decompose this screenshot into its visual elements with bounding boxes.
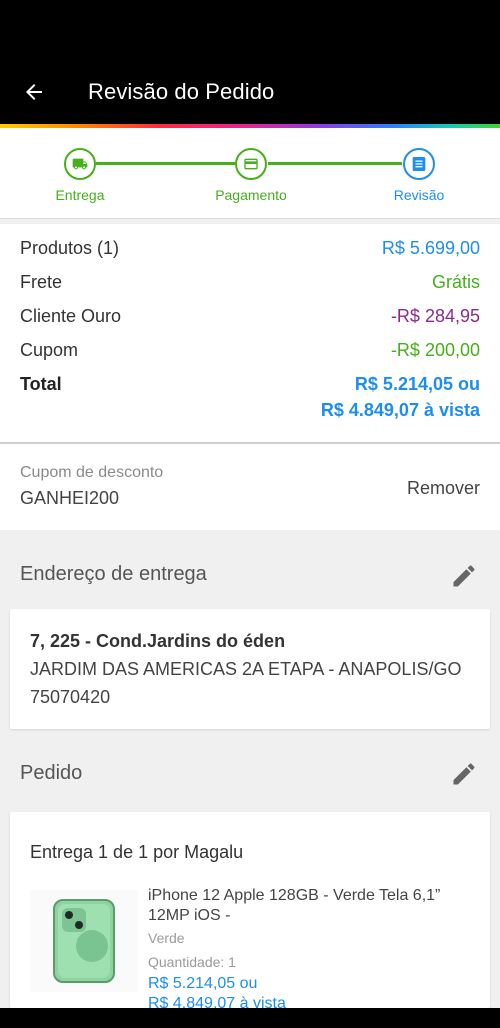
product-price: R$ 5.214,05 ou R$ 4.849,07 à vista bbox=[148, 974, 286, 1008]
address-line-2: JARDIM DAS AMERICAS 2A ETAPA - ANAPOLIS/… bbox=[30, 659, 462, 679]
product-color: Verde bbox=[148, 930, 185, 946]
total-value: R$ 5.214,05 ou bbox=[354, 374, 480, 394]
summary-label: Cupom bbox=[20, 340, 79, 360]
summary-value: -R$ 200,00 bbox=[390, 340, 480, 360]
card-icon bbox=[235, 148, 267, 180]
step-label: Pagamento bbox=[215, 187, 287, 203]
summary-row-cupom: Cupom -R$ 200,00 bbox=[20, 340, 480, 366]
product-quantity: Quantidade: 1 bbox=[148, 954, 236, 970]
product-price-vista: R$ 4.849,07 à vista bbox=[148, 995, 286, 1008]
summary-label: Cliente Ouro bbox=[20, 306, 122, 326]
total-label: Total bbox=[20, 374, 62, 394]
address-zip: 75070420 bbox=[30, 687, 111, 707]
coupon-code: GANHEI200 bbox=[20, 488, 120, 508]
back-arrow-icon[interactable] bbox=[16, 74, 52, 110]
summary-row-frete: Frete Grátis bbox=[20, 272, 480, 298]
total-vista-value: R$ 4.849,07 à vista bbox=[320, 400, 480, 420]
order-card: Entrega 1 de 1 por Magalu iPhone 12 Appl… bbox=[10, 812, 490, 1008]
product-name[interactable]: iPhone 12 Apple 128GB - Verde Tela 6,1” … bbox=[148, 886, 470, 926]
step-revisao[interactable]: Revisão bbox=[359, 148, 479, 203]
step-label: Entrega bbox=[55, 187, 105, 203]
checkout-stepper: Entrega Pagamento Revisão bbox=[0, 128, 500, 219]
step-label: Revisão bbox=[393, 187, 445, 203]
status-bar bbox=[0, 0, 500, 60]
summary-row-cliente-ouro: Cliente Ouro -R$ 284,95 bbox=[20, 306, 480, 332]
summary-value: Grátis bbox=[431, 272, 480, 292]
pencil-icon[interactable] bbox=[450, 760, 478, 788]
step-entrega[interactable]: Entrega bbox=[20, 148, 140, 203]
summary-label: Frete bbox=[20, 272, 63, 292]
page-title: Revisão do Pedido bbox=[88, 79, 275, 104]
delivery-title: Entrega 1 de 1 por Magalu bbox=[30, 842, 244, 862]
remove-coupon-button[interactable]: Remover bbox=[407, 478, 480, 499]
pencil-icon[interactable] bbox=[450, 562, 478, 590]
address-card[interactable]: 7, 225 - Cond.Jardins do éden JARDIM DAS… bbox=[10, 609, 490, 729]
address-section-title: Endereço de entrega bbox=[20, 563, 207, 585]
app-bar: Revisão do Pedido bbox=[0, 60, 500, 124]
summary-row-produtos: Produtos (1) R$ 5.699,00 bbox=[20, 238, 480, 264]
order-summary: Produtos (1) R$ 5.699,00 Frete Grátis Cl… bbox=[0, 224, 500, 442]
summary-label: Produtos (1) bbox=[20, 238, 120, 258]
product-price-value: R$ 5.214,05 ou bbox=[148, 975, 258, 992]
product-image[interactable] bbox=[30, 890, 138, 992]
step-pagamento[interactable]: Pagamento bbox=[191, 148, 311, 203]
navigation-bar bbox=[0, 1008, 500, 1028]
summary-value: R$ 5.699,00 bbox=[381, 238, 480, 258]
address-line-1: 7, 225 - Cond.Jardins do éden bbox=[30, 631, 286, 651]
order-section-title: Pedido bbox=[20, 762, 83, 784]
coupon-label: Cupom de desconto bbox=[20, 464, 164, 481]
coupon-panel: Cupom de desconto GANHEI200 Remover bbox=[0, 444, 500, 530]
truck-icon bbox=[64, 148, 96, 180]
summary-value: -R$ 284,95 bbox=[390, 306, 480, 326]
document-icon bbox=[403, 148, 435, 180]
